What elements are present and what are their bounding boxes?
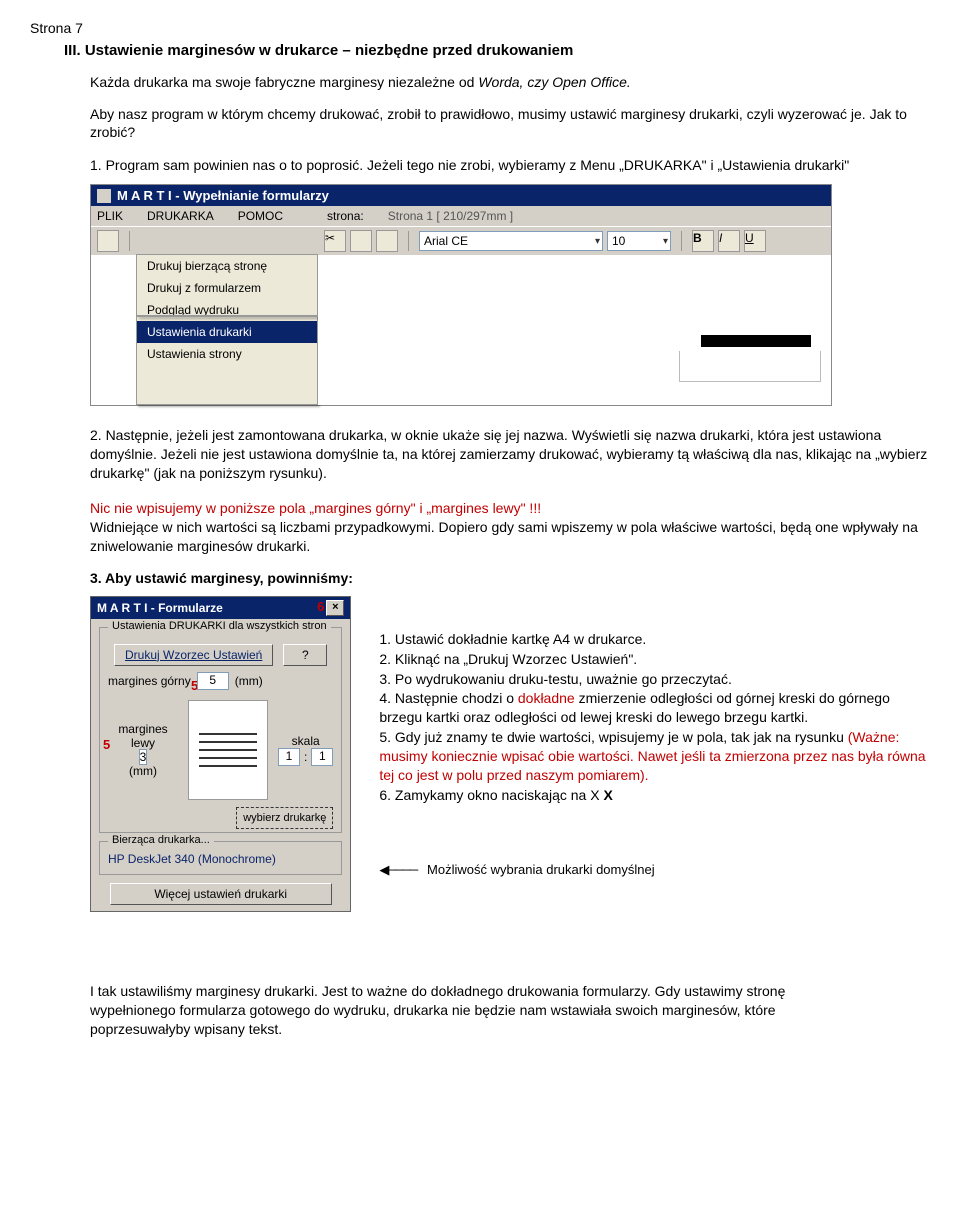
input-margin-top[interactable]: 5 (197, 672, 229, 690)
scale-2[interactable]: 1 (311, 748, 333, 766)
arrow-note-text: Możliwość wybrania drukarki domyślnej (427, 862, 655, 877)
close-button[interactable]: × (326, 600, 344, 616)
unit-mm-2: (mm) (108, 764, 178, 778)
more-settings-button[interactable]: Więcej ustawień drukarki (110, 883, 332, 905)
label-margin-left: margines lewy (108, 722, 178, 750)
underline-button[interactable]: U (744, 230, 766, 252)
step-1: 1. Program sam powinien nas o to poprosi… (90, 156, 930, 175)
window-titlebar: M A R T I - Wypełnianie formularzy (91, 185, 831, 206)
label-margin-top: margines górny (108, 674, 191, 688)
arrow-note: ◀──── Możliwość wybrania drukarki domyśl… (379, 861, 930, 879)
paste-icon[interactable] (376, 230, 398, 252)
group-current-printer: Bierząca drukarka... HP DeskJet 340 (Mon… (99, 841, 342, 875)
warning-line: Nic nie wpisujemy w poniższe pola „margi… (90, 499, 930, 556)
step-3-heading: 3. Aby ustawić marginesy, powinniśmy: (90, 570, 930, 586)
warning-rest: Widniejące w nich wartości są liczbami p… (90, 519, 918, 554)
instr-4: 4. Następnie chodzi o dokładne zmierzeni… (379, 689, 930, 727)
current-printer-name: HP DeskJet 340 (Monochrome) (108, 852, 333, 866)
print-pattern-button[interactable]: Drukuj Wzorzec Ustawień (114, 644, 273, 666)
instructions-list: 1. Ustawić dokładnie kartkę A4 w drukarc… (379, 596, 930, 879)
page-number: Strona 7 (30, 20, 930, 36)
cut-icon[interactable]: ✂ (324, 230, 346, 252)
scale-colon: : (304, 750, 307, 764)
instr-5a: 5. Gdy już znamy te dwie wartości, wpisu… (379, 729, 847, 745)
dialog-title: M A R T I - Formularze (97, 601, 223, 615)
screenshot-menu: M A R T I - Wypełnianie formularzy PLIK … (90, 184, 832, 406)
annotation-6: 6 (317, 599, 324, 614)
menu-item-printer-settings[interactable]: Ustawienia drukarki (137, 321, 317, 343)
menu-drukarka[interactable]: DRUKARKA (147, 209, 214, 223)
help-button[interactable]: ? (283, 644, 327, 666)
instr-6-text: 6. Zamykamy okno naciskając na X (379, 787, 599, 803)
dropdown-menu: Drukuj bierzącą stronę Drukuj z formular… (136, 254, 318, 405)
screenshot-dialog: 6 2 5 5 M A R T I - Formularze × Ustawie… (90, 596, 351, 912)
instr-5: 5. Gdy już znamy te dwie wartości, wpisu… (379, 728, 930, 785)
instr-2: 2. Kliknąć na „Drukuj Wzorzec Ustawień". (379, 650, 930, 669)
section-heading: III. Ustawienie marginesów w drukarce – … (64, 42, 930, 59)
menubar: PLIK DRUKARKA POMOC strona: Strona 1 [ 2… (91, 206, 831, 226)
menu-item-preview[interactable]: Podgląd wydruku (137, 299, 317, 321)
redaction-bar (701, 335, 811, 347)
group-title-2: Bierząca drukarka... (108, 834, 214, 846)
intro-paragraph-2: Aby nasz program w którym chcemy drukowa… (90, 105, 930, 141)
input-margin-left[interactable]: 3 (139, 749, 148, 765)
page-info: Strona 1 [ 210/297mm ] (388, 209, 513, 223)
group-printer-settings: Ustawienia DRUKARKI dla wszystkich stron… (99, 627, 342, 833)
intro-paragraph-1: Każda drukarka ma swoje fabryczne margin… (90, 73, 930, 91)
canvas-area (318, 255, 831, 405)
warning-red: Nic nie wpisujemy w poniższe pola „margi… (90, 500, 541, 516)
font-combo[interactable]: Arial CE (419, 231, 603, 251)
instr-6: 6. Zamykamy okno naciskając na X X (379, 786, 930, 805)
gray-outline (679, 351, 821, 382)
toolbar: ✂ Arial CE 10 B I U (91, 226, 831, 255)
copy-icon[interactable] (350, 230, 372, 252)
doc-icon[interactable] (97, 230, 119, 252)
size-combo[interactable]: 10 (607, 231, 671, 251)
instr-1: 1. Ustawić dokładnie kartkę A4 w drukarc… (379, 630, 930, 649)
menu-pomoc[interactable]: POMOC (238, 209, 283, 223)
group-title-1: Ustawienia DRUKARKI dla wszystkich stron (108, 620, 331, 632)
italic-button[interactable]: I (718, 230, 740, 252)
menu-plik[interactable]: PLIK (97, 209, 123, 223)
intro-text: Każda drukarka ma swoje fabryczne margin… (90, 74, 478, 90)
app-icon (97, 189, 111, 203)
window-title: M A R T I - Wypełnianie formularzy (117, 188, 329, 203)
step-2: 2. Następnie, jeżeli jest zamontowana dr… (90, 426, 930, 483)
label-skala: skala (278, 734, 333, 748)
menu-item-print-form[interactable]: Drukuj z formularzem (137, 277, 317, 299)
scale-1[interactable]: 1 (278, 748, 300, 766)
instr-4a: 4. Następnie chodzi o (379, 690, 518, 706)
intro-italic: Worda, czy Open Office. (478, 74, 631, 90)
drukarka-dropdown (137, 315, 319, 317)
page-label: strona: (327, 209, 364, 223)
unit-mm-1: (mm) (235, 674, 263, 688)
instr-4-red: dokładne (518, 690, 575, 706)
closing-paragraph: I tak ustawiliśmy marginesy drukarki. Je… (90, 982, 870, 1039)
dialog-titlebar: M A R T I - Formularze × (91, 597, 350, 619)
instr-3: 3. Po wydrukowaniu druku-testu, uważnie … (379, 670, 930, 689)
menu-item-print-current[interactable]: Drukuj bierzącą stronę (137, 255, 317, 277)
menu-item-page-settings[interactable]: Ustawienia strony (137, 343, 317, 365)
choose-printer-button[interactable]: wybierz drukarkę (236, 807, 333, 829)
bold-button[interactable]: B (692, 230, 714, 252)
paper-preview (188, 700, 268, 800)
